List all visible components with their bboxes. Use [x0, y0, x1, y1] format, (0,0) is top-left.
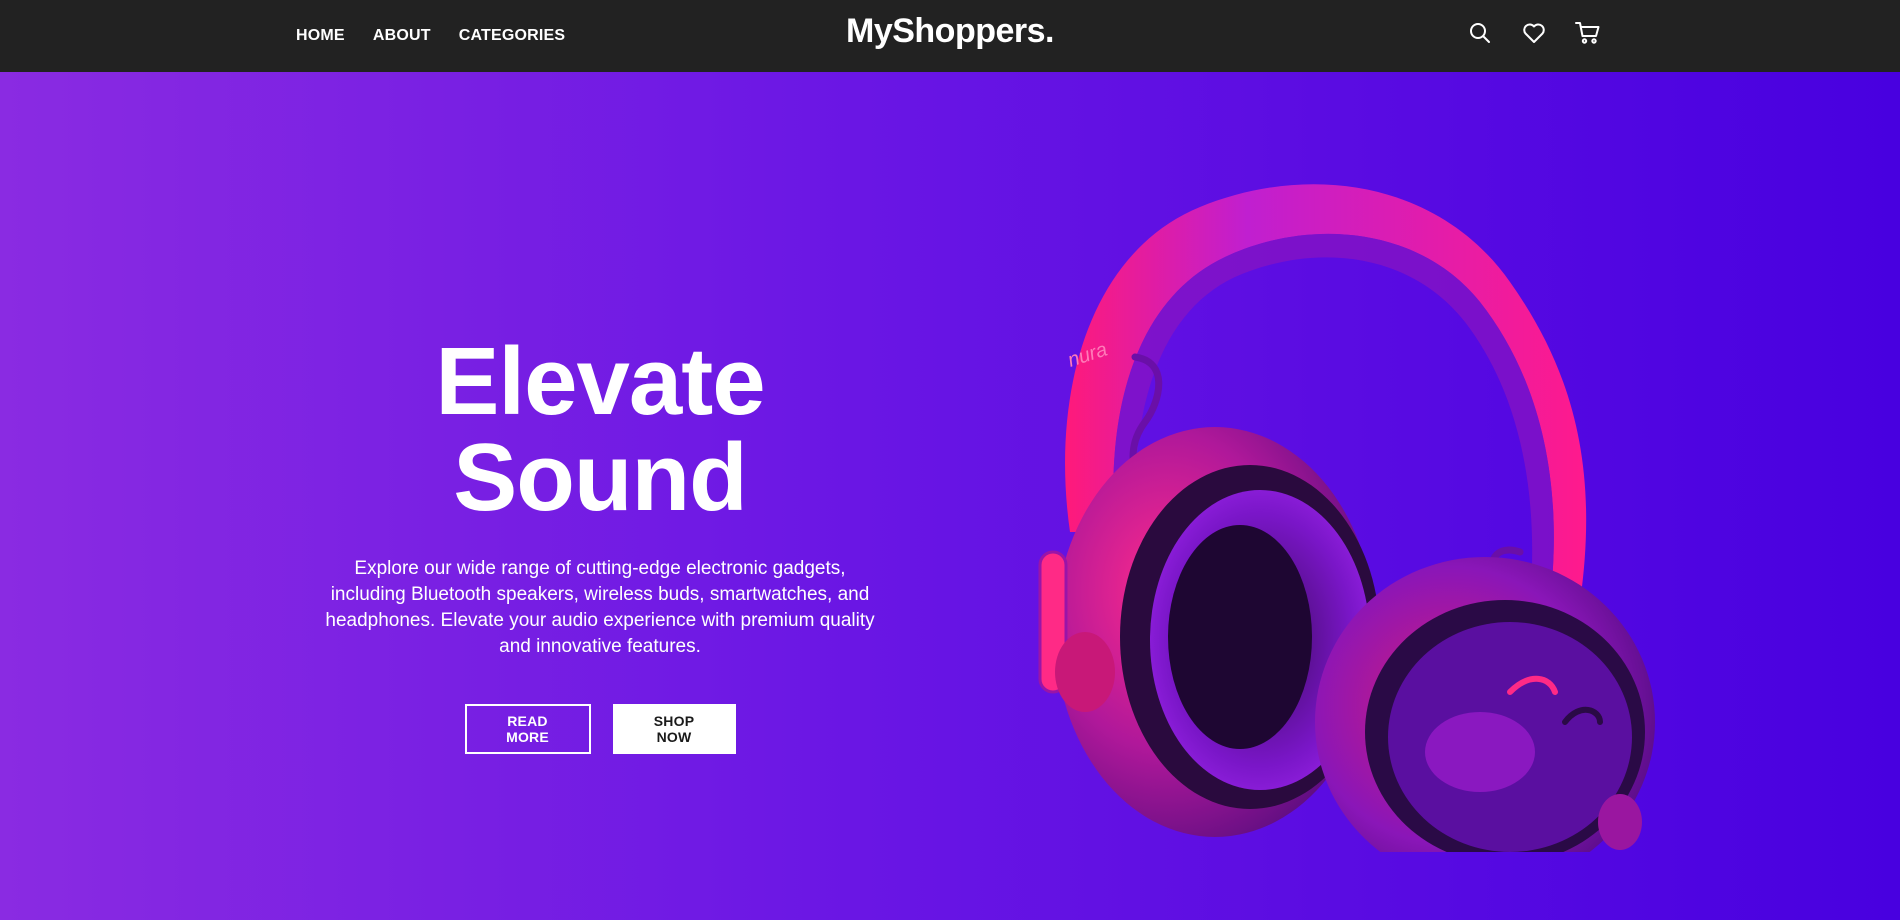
hero-buttons: READ MORE SHOP NOW [290, 704, 910, 754]
brand-logo[interactable]: MyShoppers. [846, 12, 1054, 50]
headphones-image: nura [1010, 132, 1660, 887]
nav-link-home[interactable]: HOME [296, 27, 345, 45]
cart-icon[interactable] [1574, 18, 1602, 48]
nav-link-categories[interactable]: CATEGORIES [459, 27, 566, 45]
hero-title: Elevate Sound [435, 328, 765, 531]
read-more-button[interactable]: READ MORE [464, 704, 591, 754]
nav-links: HOME ABOUT CATEGORIES [296, 0, 565, 72]
hero-description: Explore our wide range of cutting-edge e… [325, 558, 875, 657]
search-icon[interactable] [1466, 18, 1494, 48]
hero-section: Elevate Sound Explore our wide range of … [0, 72, 1900, 920]
navbar: HOME ABOUT CATEGORIES MyShoppers. [0, 0, 1900, 72]
nav-link-about[interactable]: ABOUT [373, 27, 431, 45]
heart-icon[interactable] [1520, 18, 1548, 48]
brand-logo-wrap: MyShoppers. [0, 12, 1900, 51]
nav-icons [1466, 18, 1602, 48]
hero-text: Elevate Sound Explore our wide range of … [290, 334, 910, 754]
shop-now-button[interactable]: SHOP NOW [612, 704, 736, 754]
